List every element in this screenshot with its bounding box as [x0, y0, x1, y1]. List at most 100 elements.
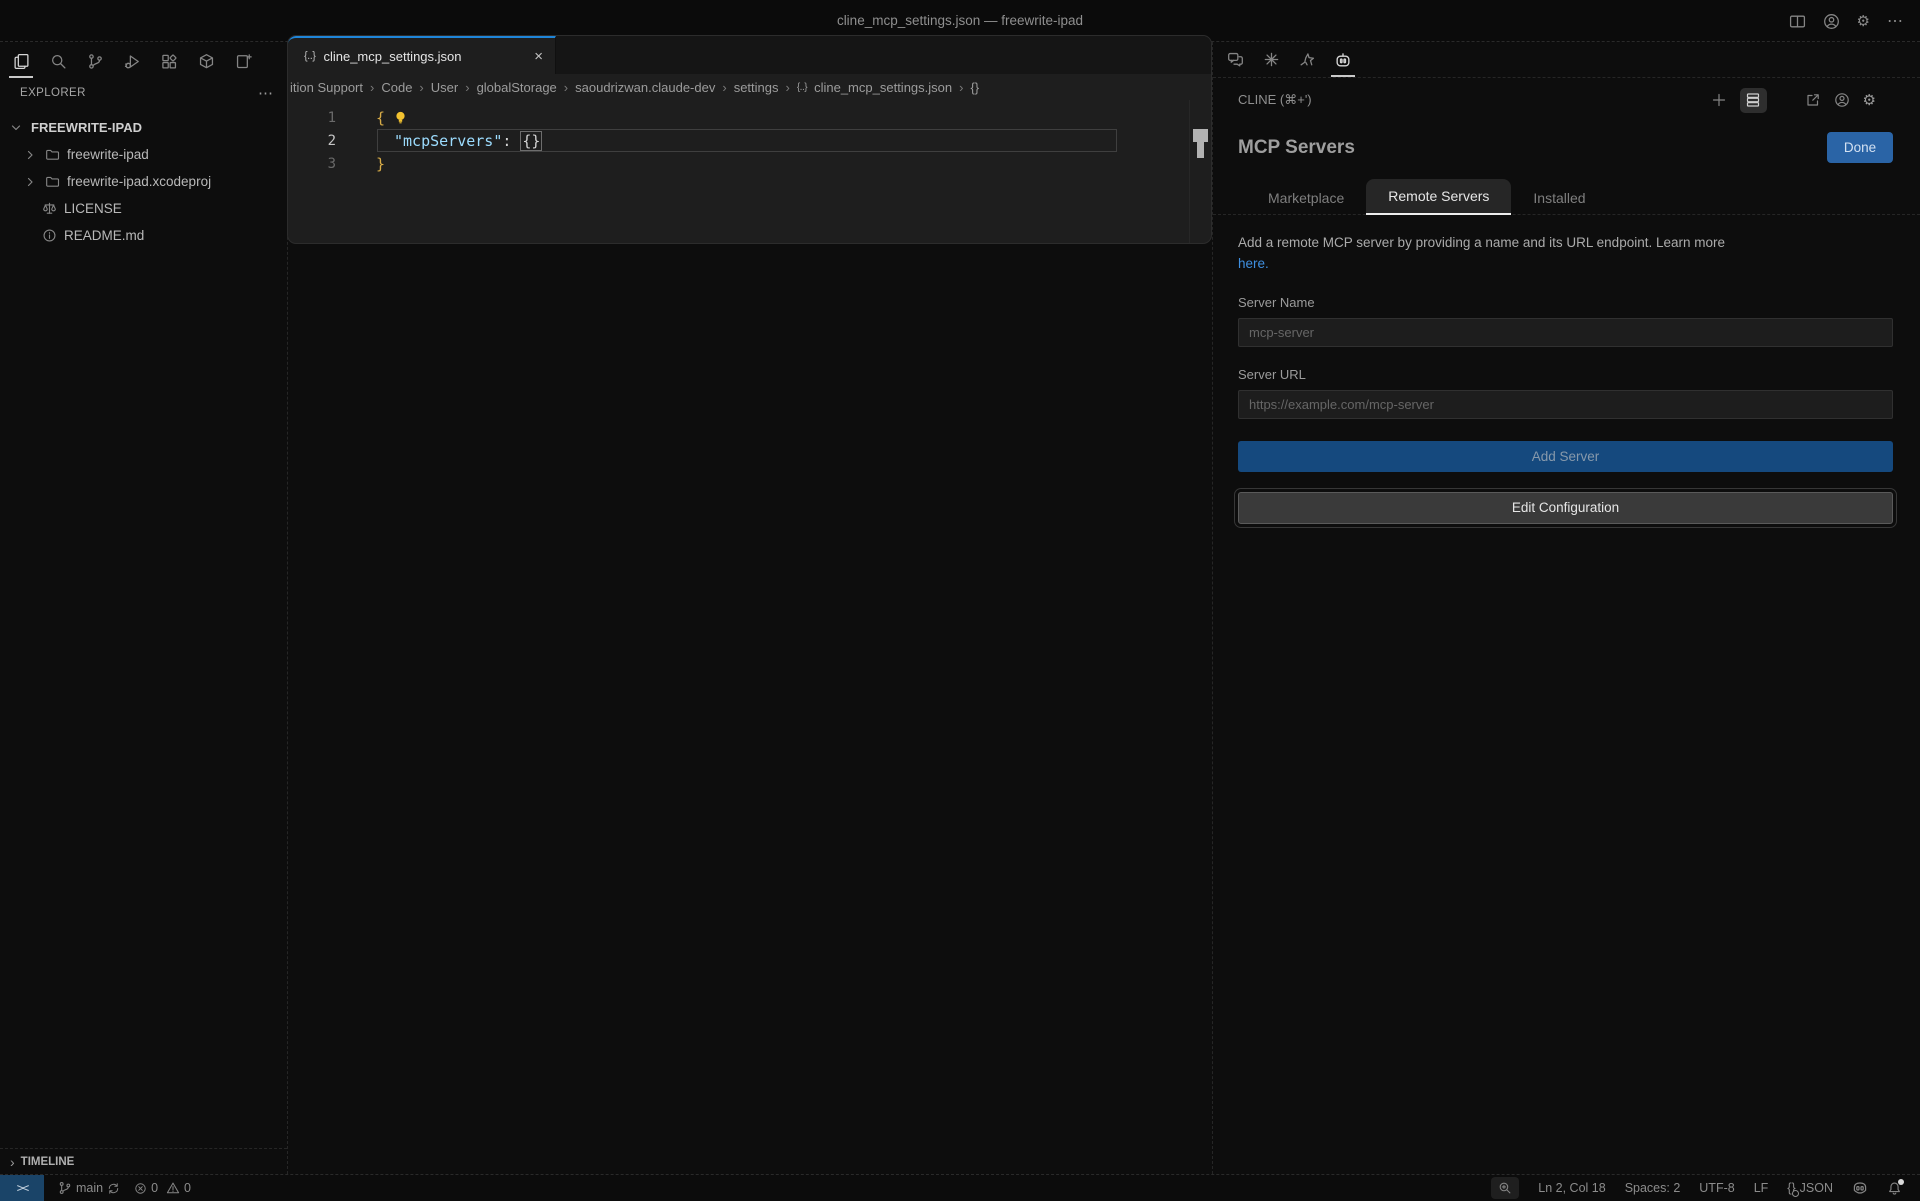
- explorer-header: EXPLORER: [20, 87, 86, 99]
- tab-cline-mcp-settings[interactable]: {..} cline_mcp_settings.json ×: [288, 36, 556, 74]
- source-control-icon[interactable]: [83, 47, 107, 75]
- cline-panel-header: CLINE (⌘+') ⚙: [1213, 78, 1920, 122]
- editor-pane: {..} cline_mcp_settings.json × ition Sup…: [287, 35, 1212, 244]
- tree-item-label: freewrite-ipad.xcodeproj: [67, 174, 211, 189]
- more-actions-icon[interactable]: ⋯: [1887, 11, 1904, 31]
- zoom-magnifier-icon[interactable]: [1491, 1177, 1519, 1199]
- lightbulb-icon[interactable]: [393, 110, 408, 125]
- tree-root-freewrite-ipad[interactable]: FREEWRITE-IPAD: [0, 114, 287, 141]
- tab-remote-servers[interactable]: Remote Servers: [1366, 179, 1511, 215]
- law-scales-icon: [42, 201, 57, 216]
- language-label: JSON: [1800, 1181, 1833, 1195]
- account-icon[interactable]: [1834, 92, 1850, 108]
- line-number: 1: [288, 110, 362, 126]
- folder-icon: [45, 174, 60, 189]
- breadcrumb-separator: ›: [419, 80, 423, 95]
- code-token: :: [502, 132, 511, 150]
- new-file-sparkle-icon[interactable]: [231, 47, 255, 75]
- server-url-input[interactable]: [1238, 390, 1893, 419]
- tab-label: cline_mcp_settings.json: [323, 49, 526, 64]
- search-icon[interactable]: [46, 47, 70, 75]
- server-url-label: Server URL: [1238, 367, 1893, 382]
- breadcrumb-segment[interactable]: settings: [734, 80, 779, 95]
- breadcrumb-separator: ›: [564, 80, 568, 95]
- minimap-border: [1189, 100, 1190, 243]
- status-bar: >< main 0 0 Ln 2, Col 18 Spaces: 2 UTF-8…: [0, 1174, 1920, 1201]
- settings-gear-icon[interactable]: ⚙: [1857, 12, 1870, 30]
- learn-more-link[interactable]: here.: [1238, 256, 1269, 271]
- breadcrumb-separator: ›: [786, 80, 790, 95]
- close-tab-icon[interactable]: ×: [534, 48, 543, 65]
- add-server-button[interactable]: Add Server: [1238, 441, 1893, 472]
- edit-configuration-button[interactable]: Edit Configuration: [1238, 492, 1893, 524]
- cline-robot-icon[interactable]: [1331, 46, 1355, 74]
- kangaroo-icon[interactable]: [1295, 46, 1319, 74]
- open-external-icon[interactable]: [1805, 92, 1821, 108]
- json-braces-icon: {}: [1787, 1181, 1795, 1195]
- extensions-icon[interactable]: [157, 47, 181, 75]
- minimap-marker: [1197, 142, 1204, 158]
- server-name-input[interactable]: [1238, 318, 1893, 347]
- code-line: 2 "mcpServers" : {}: [288, 129, 1211, 152]
- account-icon[interactable]: [1823, 13, 1840, 30]
- timeline-section[interactable]: › TIMELINE: [0, 1148, 287, 1174]
- tree-item-folder[interactable]: freewrite-ipad.xcodeproj: [0, 168, 287, 195]
- remote-server-description: Add a remote MCP server by providing a n…: [1238, 235, 1725, 250]
- breadcrumb-separator: ›: [465, 80, 469, 95]
- split-editor-icon[interactable]: [1789, 13, 1806, 30]
- code-token: }: [376, 155, 385, 173]
- tree-item-file[interactable]: README.md: [0, 222, 287, 249]
- secondary-activity-bar: [1213, 42, 1920, 78]
- remote-indicator[interactable]: ><: [0, 1175, 44, 1201]
- window-title: cline_mcp_settings.json — freewrite-ipad: [837, 13, 1083, 28]
- eol-indicator[interactable]: LF: [1754, 1181, 1769, 1195]
- cursor-position[interactable]: Ln 2, Col 18: [1538, 1181, 1605, 1195]
- notifications-bell-icon[interactable]: [1887, 1181, 1902, 1196]
- activity-bar: [0, 44, 287, 78]
- breadcrumb-separator: ›: [959, 80, 963, 95]
- new-task-plus-icon[interactable]: [1711, 92, 1727, 108]
- folder-icon: [45, 147, 60, 162]
- cline-panel: CLINE (⌘+') ⚙ MCP Servers Done Marketpla…: [1213, 42, 1920, 1174]
- tree-item-folder[interactable]: freewrite-ipad: [0, 141, 287, 168]
- problems-indicator[interactable]: 0 0: [134, 1181, 191, 1195]
- breadcrumb[interactable]: ition Support › Code › User › globalStor…: [288, 74, 1211, 100]
- breadcrumb-segment[interactable]: ition Support: [290, 80, 363, 95]
- tree-item-file[interactable]: LICENSE: [0, 195, 287, 222]
- done-button[interactable]: Done: [1827, 132, 1893, 163]
- sync-icon: [107, 1182, 120, 1195]
- json-file-icon: {..}: [797, 82, 807, 93]
- settings-gear-icon[interactable]: ⚙: [1863, 91, 1876, 109]
- language-mode-indicator[interactable]: {} JSON: [1787, 1181, 1833, 1195]
- encoding-indicator[interactable]: UTF-8: [1699, 1181, 1734, 1195]
- chevron-down-icon: [8, 122, 24, 134]
- explorer-more-actions-icon[interactable]: ⋯: [258, 84, 273, 102]
- file-tree: FREEWRITE-IPAD freewrite-ipad freewrite-…: [0, 114, 287, 249]
- claude-starburst-icon[interactable]: [1259, 46, 1283, 74]
- line-number: 3: [288, 156, 362, 172]
- package-cube-icon[interactable]: [194, 47, 218, 75]
- breadcrumb-separator: ›: [722, 80, 726, 95]
- tree-item-label: freewrite-ipad: [67, 147, 149, 162]
- warning-triangle-icon: [166, 1181, 180, 1195]
- branch-name: main: [76, 1181, 103, 1195]
- line-number: 2: [288, 133, 362, 149]
- explorer-sidebar: EXPLORER ⋯ FREEWRITE-IPAD freewrite-ipad…: [0, 80, 287, 1174]
- tab-installed[interactable]: Installed: [1511, 181, 1607, 215]
- indentation-indicator[interactable]: Spaces: 2: [1625, 1181, 1681, 1195]
- breadcrumb-segment[interactable]: globalStorage: [477, 80, 557, 95]
- breadcrumb-segment[interactable]: {}: [970, 80, 979, 95]
- run-debug-icon[interactable]: [120, 47, 144, 75]
- breadcrumb-segment[interactable]: User: [431, 80, 458, 95]
- comments-icon[interactable]: [1223, 46, 1247, 74]
- mcp-servers-icon[interactable]: [1740, 88, 1767, 113]
- copilot-icon[interactable]: [1852, 1180, 1868, 1196]
- breadcrumb-segment[interactable]: saoudrizwan.claude-dev: [575, 80, 715, 95]
- explorer-icon[interactable]: [9, 47, 33, 75]
- notification-dot: [1898, 1179, 1904, 1185]
- git-branch-indicator[interactable]: main: [58, 1181, 120, 1195]
- code-area[interactable]: 1 { 2 "mcpServers" : {} 3 }: [288, 106, 1211, 175]
- tab-marketplace[interactable]: Marketplace: [1246, 181, 1366, 215]
- breadcrumb-segment[interactable]: Code: [381, 80, 412, 95]
- breadcrumb-segment[interactable]: cline_mcp_settings.json: [814, 80, 952, 95]
